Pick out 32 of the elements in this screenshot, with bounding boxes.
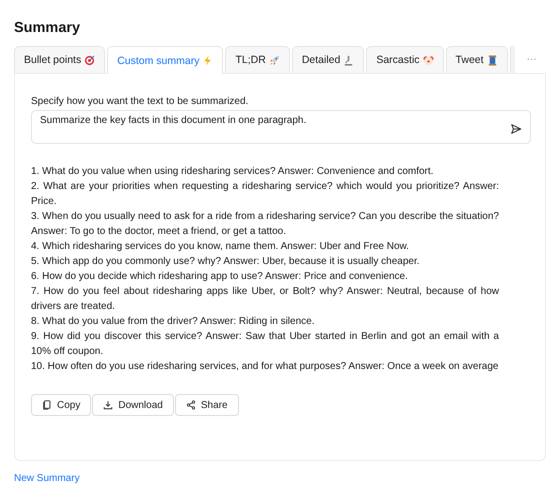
tab[interactable]: TL;DR: [225, 46, 290, 73]
lightning-icon: [202, 55, 214, 66]
copy-icon: [42, 400, 52, 410]
tab[interactable]: Sarcastic: [366, 46, 444, 73]
summary-item: 9. How did you discover this service? Answer: Saw that Uber started in Berlin and got an email with a 10% off coupon.: [31, 330, 499, 359]
prompt-field[interactable]: Summarize the key facts in this document in one paragraph.: [31, 110, 531, 144]
action-button[interactable]: Copy: [31, 394, 92, 416]
send-icon[interactable]: [510, 123, 522, 135]
summary-item: 10. How often do you use ridesharing services, and for what purposes? Answer: Once a week on average: [31, 360, 499, 374]
target-icon: [84, 54, 96, 66]
tab[interactable]: Detailed: [292, 46, 364, 73]
tab[interactable]: Custom summary: [107, 46, 224, 74]
tab[interactable]: Tweet: [446, 46, 508, 73]
download-icon: [103, 400, 114, 410]
share-icon: [186, 400, 196, 410]
tab[interactable]: Bullet points: [14, 46, 106, 73]
prompt-label: Specify how you want the text to be summarized.: [31, 96, 250, 107]
rocket-icon: [268, 54, 280, 66]
summary-item: 7. How do you feel about ridesharing apps like Uber, or Bolt? why? Answer: Neutral, because of how drivers are treated.: [31, 285, 499, 314]
summary-item: 1. What do you value when using ridesharing services? Answer: Convenience and comfort.: [31, 165, 434, 179]
new-summary-link[interactable]: New Summary: [14, 473, 80, 484]
more-button[interactable]: ···: [517, 46, 546, 73]
page-title: Summary: [14, 20, 82, 38]
summary-item: 5. Which app do you commonly use? why? Answer: Uber, because it is usually cheaper.: [31, 255, 421, 269]
summary-item: 2. What are your priorities when requesting a ridesharing service? which would you prioritize? Answer: Price.: [31, 180, 499, 209]
summary-item: 4. Which ridesharing services do you know, name them. Answer: Uber and Free Now.: [31, 240, 410, 254]
summary-item: 6. How do you decide which ridesharing app to use? Answer: Price and convenience.: [31, 270, 409, 284]
summary-item: 3. When do you usually need to ask for a ride from a ridesharing service? Can you describe the situation? Answer: To go to the doctor, meet a friend, or get a tattoo.: [31, 210, 499, 239]
summary-item: 8. What do you value from the driver? Answer: Riding in silence.: [31, 315, 316, 329]
action-button[interactable]: Download: [92, 394, 174, 416]
thread-spool-icon: [486, 54, 498, 66]
action-button[interactable]: Share: [174, 394, 239, 416]
